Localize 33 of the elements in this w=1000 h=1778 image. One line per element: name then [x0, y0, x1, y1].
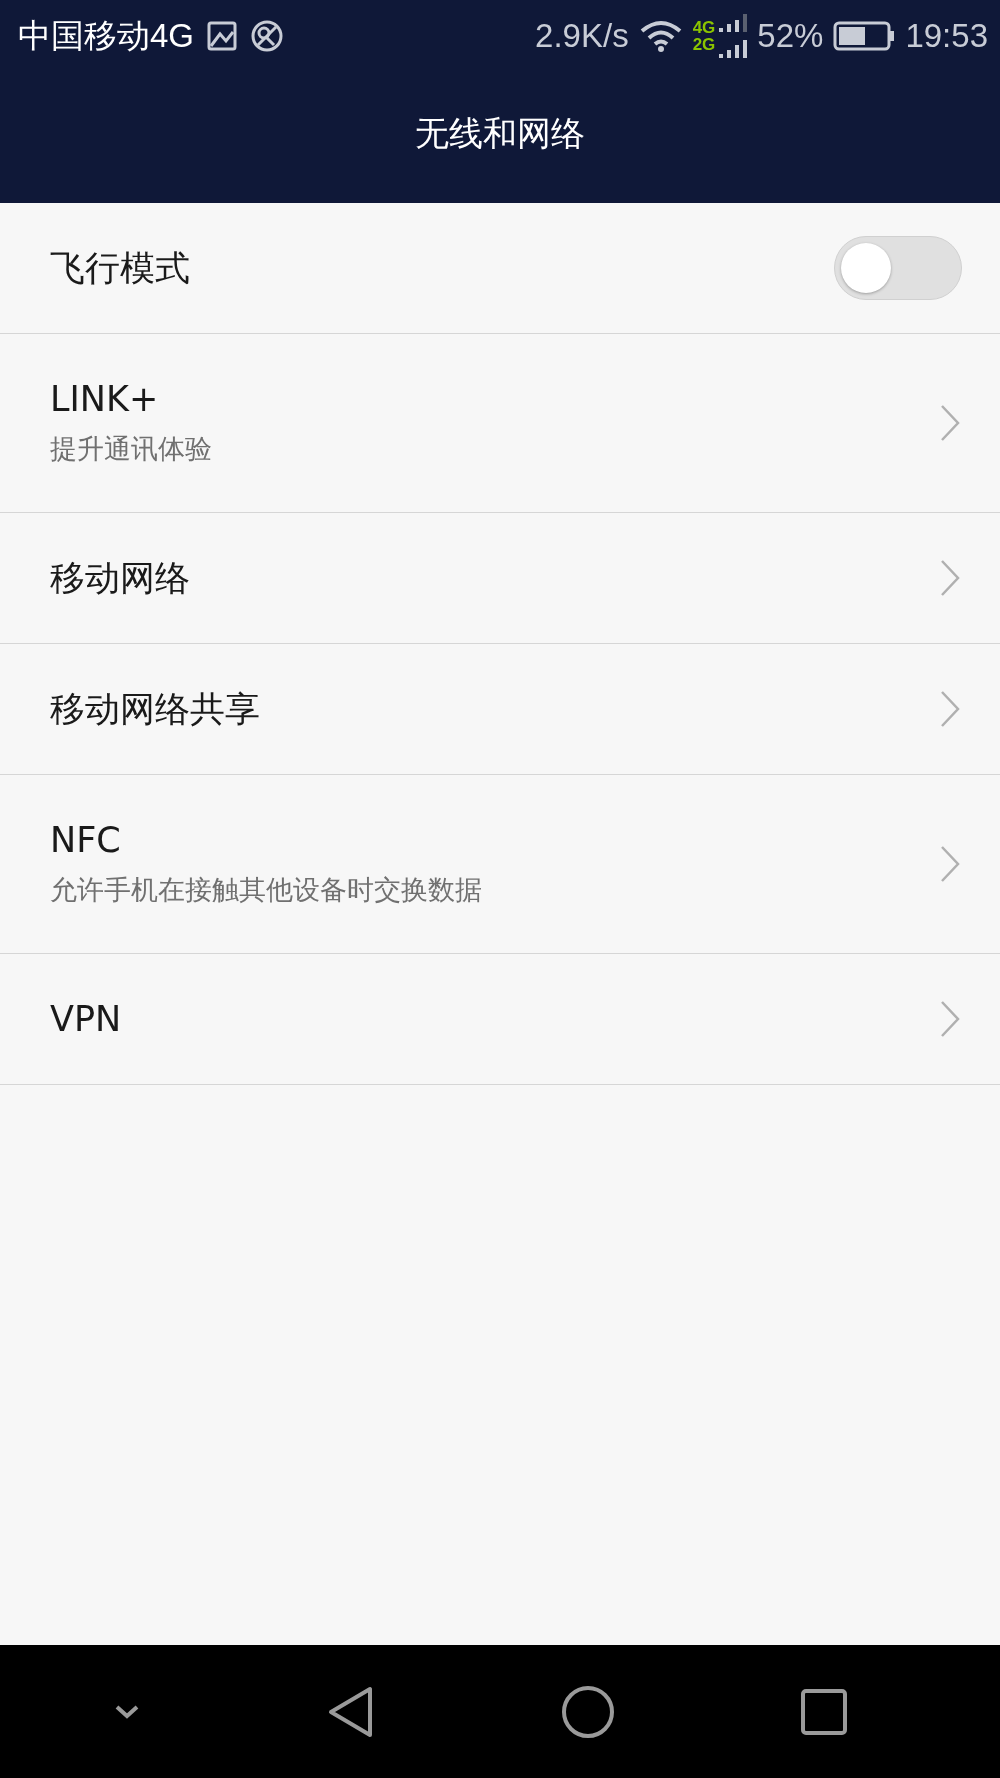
settings-row[interactable]: 移动网络: [0, 513, 1000, 644]
battery-percent-text: 52%: [757, 17, 824, 55]
home-icon[interactable]: [560, 1684, 615, 1739]
setting-label: LINK+: [50, 379, 160, 419]
signal-icon: [717, 12, 748, 60]
setting-description: 允许手机在接触其他设备时交换数据: [50, 873, 482, 907]
settings-row[interactable]: 移动网络共享: [0, 644, 1000, 775]
chevron-icon: [940, 559, 960, 597]
settings-row[interactable]: 飞行模式: [0, 203, 1000, 334]
settings-row[interactable]: NFC 允许手机在接触其他设备时交换数据: [0, 775, 1000, 954]
setting-label: 飞行模式: [50, 246, 190, 290]
chevron-icon: [940, 404, 960, 442]
setting-description: 提升通讯体验: [50, 432, 212, 466]
settings-row[interactable]: VPN: [0, 954, 1000, 1085]
speed-text: 2.9K/s: [535, 17, 629, 55]
wifi-icon: [638, 19, 683, 53]
setting-label: NFC: [50, 820, 122, 860]
chevron-icon: [940, 690, 960, 728]
chevron-icon: [940, 845, 960, 883]
battery-icon: [833, 21, 896, 51]
setting-label: VPN: [50, 999, 122, 1039]
setting-label: 移动网络共享: [50, 687, 260, 731]
page-title: 无线和网络: [415, 111, 585, 155]
block-icon: [250, 19, 285, 53]
image-icon: [206, 20, 239, 52]
network-type-text: 4G: [692, 19, 716, 36]
carrier-text: 中国移动4G: [18, 15, 195, 56]
clock-text: 19:53: [905, 17, 988, 55]
network-type-text: 2G: [692, 36, 716, 53]
settings-row[interactable]: LINK+ 提升通讯体验: [0, 334, 1000, 513]
recents-icon[interactable]: [799, 1687, 848, 1736]
chevron-icon: [940, 1000, 960, 1038]
setting-label: 移动网络: [50, 556, 190, 600]
